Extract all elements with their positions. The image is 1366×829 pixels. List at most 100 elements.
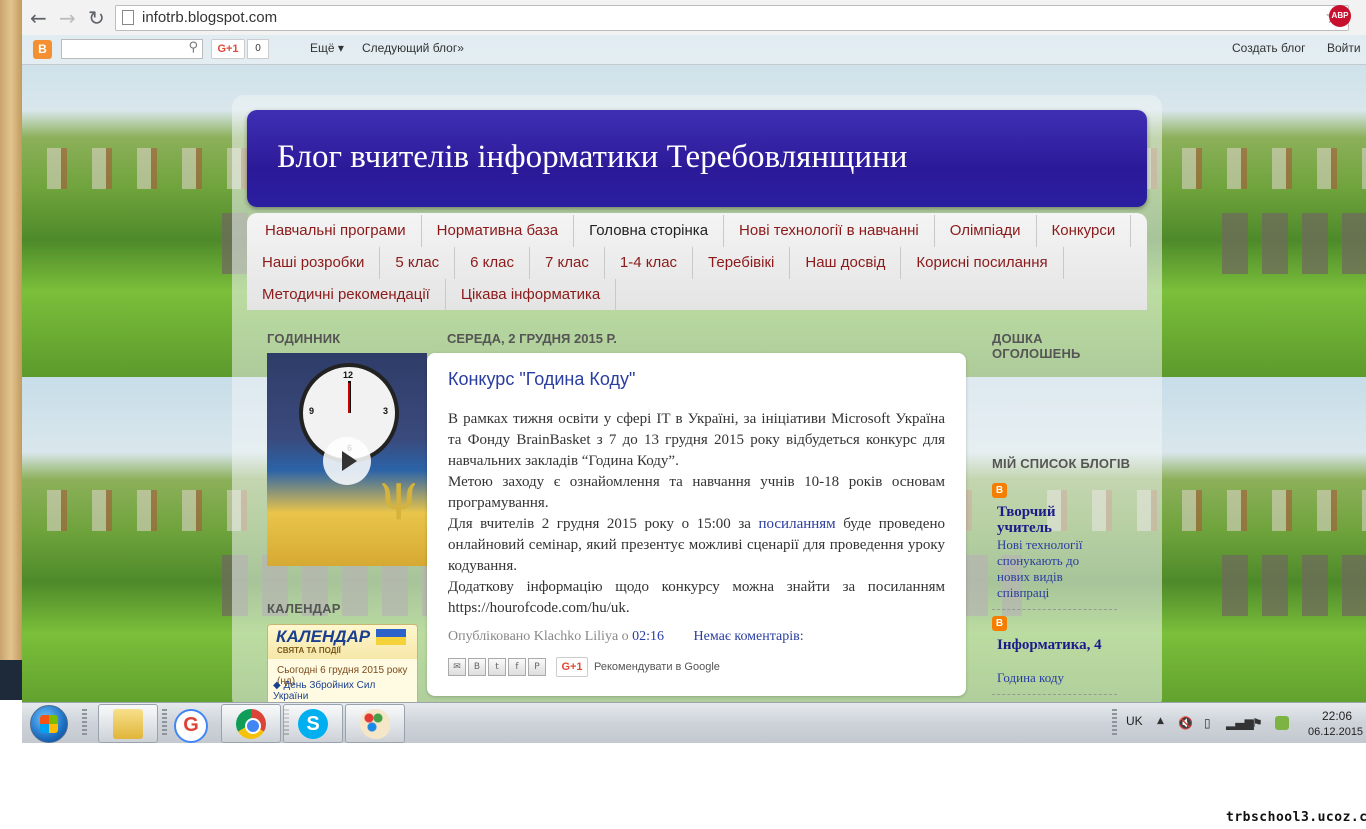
tab-novi-tekhnolohii[interactable]: Нові технології в навчанні [724, 215, 935, 247]
explorer-icon [113, 709, 143, 739]
address-bar-url[interactable]: infotrb.blogspot.com [142, 9, 277, 26]
tab-korysni-posylannia[interactable]: Корисні посилання [901, 247, 1064, 279]
tab-holovna-storinka[interactable]: Головна сторінка [574, 215, 725, 247]
show-hidden-icons-icon[interactable]: ▲ [1157, 716, 1164, 726]
browser-toolbar: ← → ↻ infotrb.blogspot.com ☆ ABP [22, 0, 1366, 36]
skype-icon: S [298, 709, 328, 739]
tab-metodychni-rekomendatsii[interactable]: Методичні рекомендації [247, 279, 446, 311]
holiday-calendar-widget[interactable]: КАЛЕНДАР СВЯТА ТА ПОДІЇ Сьогодні 6 грудн… [267, 624, 418, 706]
play-button[interactable] [323, 437, 371, 485]
tab-7-klas[interactable]: 7 клас [530, 247, 605, 279]
blog-list-item-post[interactable]: Нові технології спонукають до нових виді… [997, 537, 1097, 601]
security-icon[interactable] [1275, 716, 1289, 730]
windows-taskbar: G S UK ▲ 🔇 ▯ ▂▄▆ ⚑ 22:06 06.12.2015 [22, 702, 1366, 743]
volume-muted-icon[interactable]: 🔇 [1178, 716, 1193, 730]
twitter-share-icon[interactable]: t [488, 658, 506, 676]
calendar-widget-title: КАЛЕНДАР [267, 601, 341, 616]
trident-emblem-icon: ψ [379, 463, 419, 521]
taskbar-chrome[interactable] [221, 704, 281, 743]
blog-post: Конкурс "Година Коду" В рамках тижня осв… [427, 353, 966, 696]
post-footer: Опубліковано Klachko Liliya о 02:16 Нема… [448, 629, 804, 645]
post-author: Опубліковано Klachko Liliya о [448, 629, 633, 644]
google-plus-count: 0 [247, 39, 269, 59]
blogthis-icon[interactable]: B [468, 658, 486, 676]
play-icon [342, 451, 357, 471]
calendar-banner-title: КАЛЕНДАР [276, 627, 371, 646]
google-plus-button[interactable]: G+1 [556, 657, 588, 677]
comments-link[interactable]: Немає коментарів: [694, 629, 804, 644]
taskbar-paint[interactable] [345, 704, 405, 743]
create-blog-link[interactable]: Создать блог [1232, 41, 1305, 55]
post-time-link[interactable]: 02:16 [632, 629, 664, 644]
search-icon[interactable]: ⚲ [188, 40, 198, 55]
tab-nashi-rozrobky[interactable]: Наші розробки [247, 247, 381, 279]
action-center-flag-icon[interactable]: ⚑ [1252, 716, 1263, 730]
tab-5-klas[interactable]: 5 клас [380, 247, 456, 279]
windows-logo-icon [40, 715, 58, 733]
next-blog-link[interactable]: Следующий блог» [362, 41, 464, 55]
post-paragraph: В рамках тижня освіти у сфері IT в Украї… [448, 411, 945, 469]
google-icon: G [174, 709, 208, 743]
blog-header: Блог вчителів інформатики Теребовлянщини [247, 110, 1147, 207]
page-tabs: Навчальні програми Нормативна база Голов… [247, 213, 1147, 311]
divider [992, 609, 1117, 610]
background-window-edge [0, 660, 22, 700]
blogger-icon: B [992, 483, 1007, 498]
email-share-icon[interactable]: ✉ [448, 658, 466, 676]
start-button[interactable] [30, 705, 68, 743]
post-paragraph: Додаткову інформацію щодо конкурсу можна… [448, 579, 945, 616]
tab-1-4-klas[interactable]: 1-4 клас [605, 247, 694, 279]
post-body: В рамках тижня освіти у сфері IT в Украї… [448, 409, 945, 619]
battery-icon[interactable]: ▯ [1204, 716, 1211, 730]
tab-olimpiady[interactable]: Олімпіади [935, 215, 1037, 247]
tab-konkursy[interactable]: Конкурси [1037, 215, 1132, 247]
paint-icon [360, 709, 390, 739]
blogger-logo-icon[interactable]: B [33, 40, 52, 59]
adblock-icon[interactable]: ABP [1329, 5, 1351, 27]
forward-arrow-icon[interactable]: → [59, 6, 76, 30]
address-bar[interactable]: infotrb.blogspot.com ☆ [115, 5, 1349, 31]
tab-navchalni-prohramy[interactable]: Навчальні програми [250, 215, 422, 247]
language-indicator[interactable]: UK [1126, 714, 1143, 728]
webinar-link[interactable]: посиланням [759, 516, 836, 532]
more-menu-link[interactable]: Ещё ▾ [310, 41, 344, 55]
reload-icon[interactable]: ↻ [88, 6, 105, 30]
tab-nash-dosvid[interactable]: Наш досвід [790, 247, 902, 279]
tab-6-klas[interactable]: 6 клас [455, 247, 531, 279]
post-paragraph: Метою заходу є ознайомлення та навчання … [448, 474, 945, 511]
tab-normatyvna-baza[interactable]: Нормативна база [422, 215, 575, 247]
facebook-share-icon[interactable]: f [508, 658, 526, 676]
calendar-banner: КАЛЕНДАР СВЯТА ТА ПОДІЇ [268, 625, 417, 659]
notice-board-title: ДОШКА ОГОЛОШЕНЬ [992, 331, 1081, 361]
clock-widget-title: ГОДИННИК [267, 331, 341, 346]
taskbar-google[interactable]: G [159, 704, 219, 743]
calendar-event-link[interactable]: ◆ День Збройних Сил України [273, 680, 383, 702]
blog-list-item-title[interactable]: Інформатика, 4 [997, 637, 1117, 653]
clock-video[interactable]: 12 3 6 9 ψ [267, 353, 427, 566]
back-arrow-icon[interactable]: ← [30, 6, 47, 30]
taskbar-date[interactable]: 06.12.2015 [1308, 726, 1363, 738]
post-title[interactable]: Конкурс "Година Коду" [448, 369, 635, 390]
tab-tsikava-informatyka[interactable]: Цікава інформатика [446, 279, 617, 311]
tab-terebiviki[interactable]: Теребівікі [693, 247, 791, 279]
sign-in-link[interactable]: Войти [1327, 41, 1361, 55]
blog-list-item-post[interactable]: Година коду [997, 670, 1107, 686]
blog-title[interactable]: Блог вчителів інформатики Теребовлянщини [277, 139, 907, 176]
post-date-header: СЕРЕДА, 2 ГРУДНЯ 2015 Р. [447, 331, 617, 346]
signal-icon[interactable]: ▂▄▆ [1226, 716, 1254, 730]
share-buttons: ✉ B t f P G+1 Рекомендувати в Google [448, 657, 720, 677]
taskbar-time[interactable]: 22:06 [1322, 709, 1352, 723]
taskbar-explorer[interactable] [98, 704, 158, 743]
calendar-banner-subtitle: СВЯТА ТА ПОДІЇ [277, 646, 341, 655]
blog-list-title: МІЙ СПИСОК БЛОГІВ [992, 456, 1131, 471]
blog-search-input[interactable]: ⚲ [61, 39, 203, 59]
recommend-google-label: Рекомендувати в Google [594, 661, 720, 673]
google-plus-button[interactable]: G+1 [211, 39, 245, 59]
desktop-wallpaper-edge [0, 0, 22, 700]
page-icon [122, 10, 134, 25]
pinterest-share-icon[interactable]: P [528, 658, 546, 676]
taskbar-skype[interactable]: S [283, 704, 343, 743]
ukraine-flag-icon [376, 629, 406, 645]
watermark: trbschool3.ucoz.com [1226, 810, 1366, 825]
blog-list-item-title[interactable]: Творчий учитель [997, 504, 1087, 536]
